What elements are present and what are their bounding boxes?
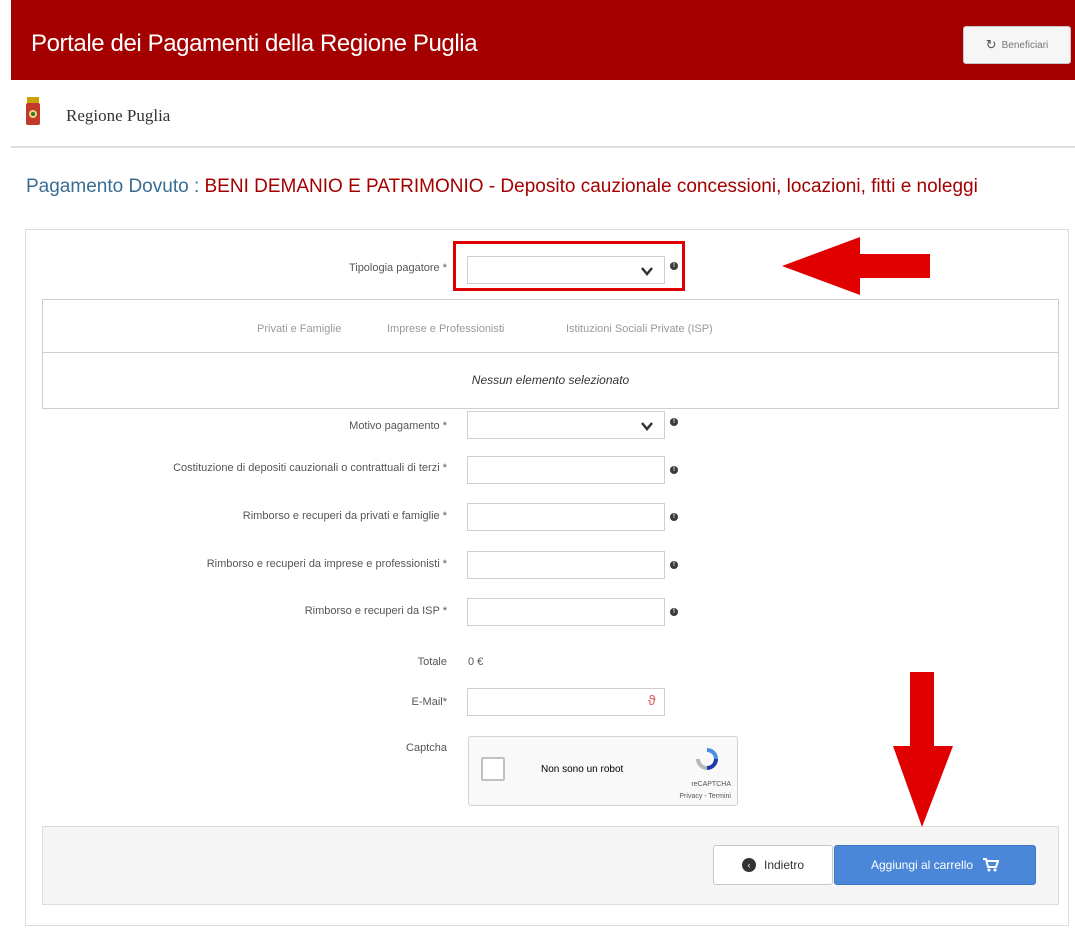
beneficiari-label: Beneficiari	[1001, 39, 1049, 51]
captcha-label: Captcha	[406, 742, 447, 754]
imprese-input[interactable]	[467, 551, 665, 579]
recaptcha-links[interactable]: Privacy - Termini	[679, 793, 731, 800]
back-label: Indietro	[763, 858, 805, 872]
motivo-select[interactable]	[467, 411, 665, 439]
region-name[interactable]: Regione Puglia	[66, 106, 170, 126]
email-input[interactable]	[467, 688, 665, 716]
totale-label: Totale	[417, 656, 447, 668]
tab-privati[interactable]: Privati e Famiglie	[257, 323, 341, 335]
warning-icon: ϑ	[648, 692, 656, 708]
totale-value: 0 €	[468, 656, 484, 668]
field-label-imprese: Rimborso e recuperi da imprese e profess…	[206, 558, 447, 570]
info-icon[interactable]: !	[670, 466, 678, 474]
field-label-isp: Rimborso e recuperi da ISP *	[304, 605, 447, 617]
privati-input[interactable]	[467, 503, 665, 531]
region-header: Regione Puglia	[11, 80, 1075, 148]
field-label-privati: Rimborso e recuperi da privati e famigli…	[242, 510, 447, 522]
tab-isp[interactable]: Istituzioni Sociali Private (ISP)	[566, 323, 713, 335]
recaptcha-text: Non sono un robot	[541, 764, 624, 775]
page-title-prefix: Pagamento Dovuto :	[26, 176, 205, 197]
recaptcha-checkbox[interactable]	[481, 757, 505, 781]
annotation-arrow-down	[893, 672, 953, 827]
region-crest-icon	[26, 97, 40, 125]
portal-title: Portale dei Pagamenti della Regione Pugl…	[31, 30, 478, 57]
top-bar: Portale dei Pagamenti della Regione Pugl…	[11, 0, 1075, 80]
payer-type-tabs: Privati e Famiglie Imprese e Professioni…	[42, 299, 1059, 409]
recaptcha-brand: reCAPTCHA	[691, 781, 731, 788]
annotation-arrow-left	[782, 237, 930, 295]
refresh-icon: ↻	[985, 37, 997, 52]
chevron-down-icon	[641, 422, 653, 431]
info-icon[interactable]: !	[670, 513, 678, 521]
tabs-row: Privati e Famiglie Imprese e Professioni…	[43, 300, 1058, 353]
info-icon[interactable]: !	[670, 561, 678, 569]
info-icon[interactable]: !	[670, 608, 678, 616]
beneficiari-button[interactable]: ↻ Beneficiari	[963, 26, 1071, 64]
annotation-highlight-box	[453, 241, 685, 291]
motivo-label: Motivo pagamento *	[349, 420, 447, 432]
email-label: E-Mail*	[411, 696, 447, 708]
empty-selection-message: Nessun elemento selezionato	[471, 373, 630, 387]
page-title-main: BENI DEMANIO E PATRIMONIO - Deposito cau…	[204, 176, 978, 197]
add-to-cart-button[interactable]: Aggiungi al carrello	[834, 845, 1036, 885]
cart-icon	[983, 858, 1000, 872]
recaptcha-widget: Non sono un robot reCAPTCHA Privacy - Te…	[468, 736, 738, 806]
info-icon[interactable]: !	[670, 418, 678, 426]
isp-input[interactable]	[467, 598, 665, 626]
tab-imprese[interactable]: Imprese e Professionisti	[387, 323, 504, 335]
add-to-cart-label: Aggiungi al carrello	[870, 858, 974, 872]
page-title: Pagamento Dovuto : BENI DEMANIO E PATRIM…	[26, 174, 1066, 199]
tipologia-label: Tipologia pagatore *	[348, 262, 447, 274]
depositi-input[interactable]	[467, 456, 665, 484]
recaptcha-logo-icon	[696, 748, 718, 770]
chevron-left-circle-icon: ‹	[741, 858, 756, 872]
back-button[interactable]: ‹ Indietro	[713, 845, 833, 885]
field-label-depositi: Costituzione di depositi cauzionali o co…	[173, 462, 447, 474]
